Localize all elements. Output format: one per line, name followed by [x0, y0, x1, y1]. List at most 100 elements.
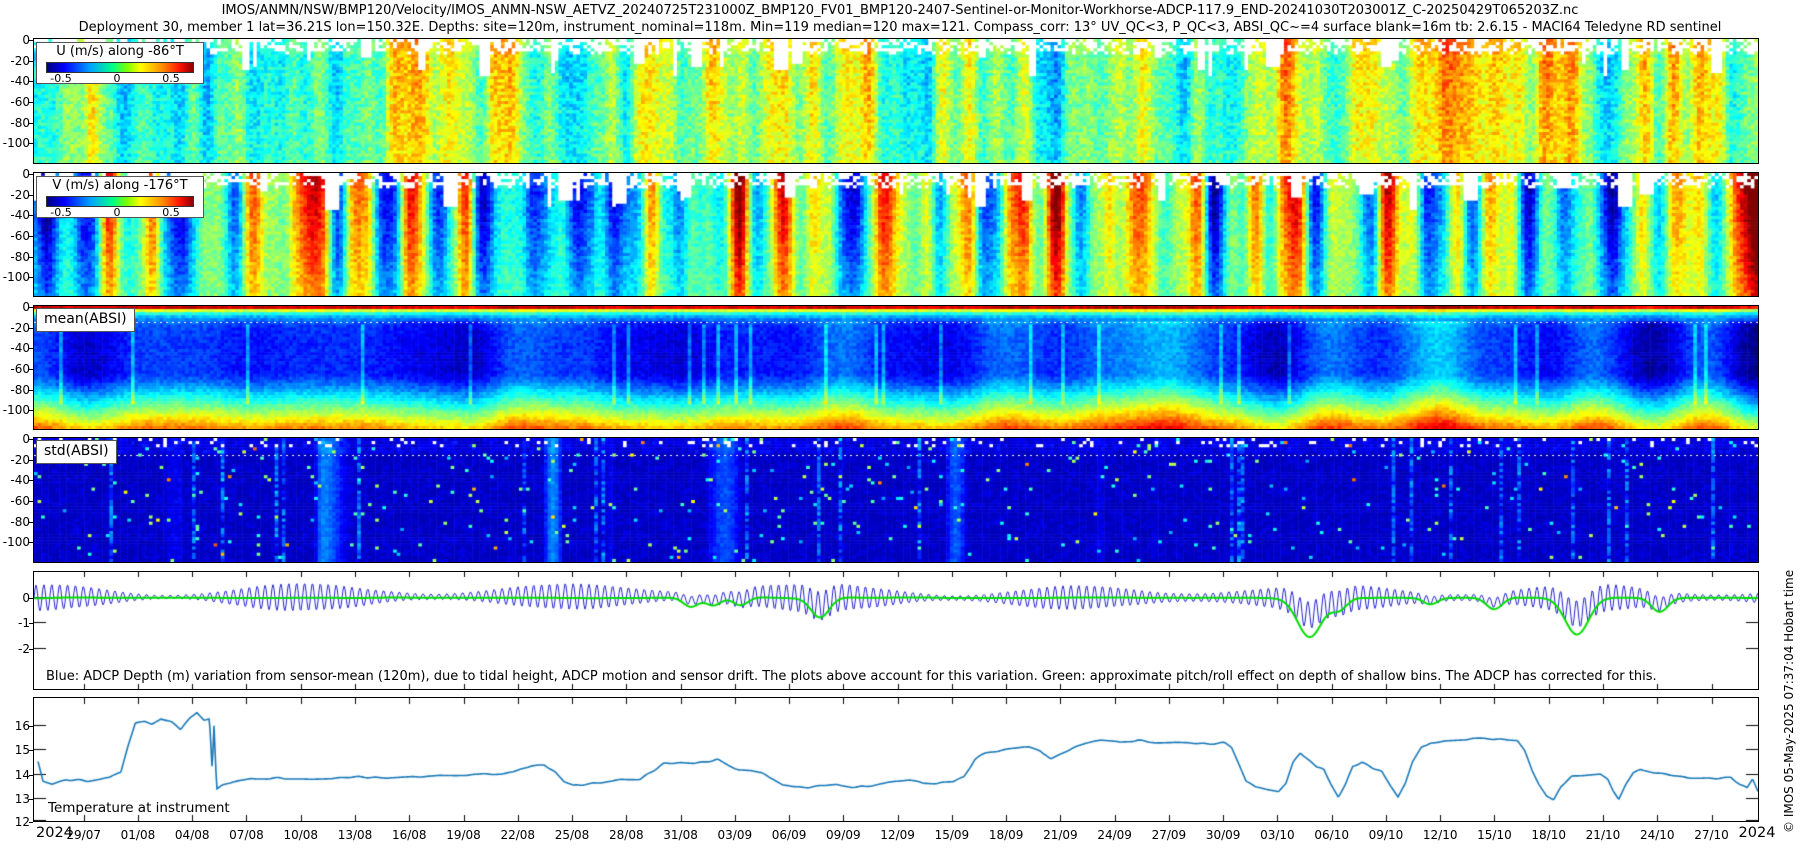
- x-tick-label: 15/09: [935, 828, 970, 842]
- y-tick-mark: [29, 822, 33, 823]
- y-tick-mark: [29, 410, 33, 411]
- std-absi-label: std(ABSI): [36, 440, 117, 464]
- temperature-plot: [34, 698, 1758, 821]
- y-tick-label: -100: [0, 403, 30, 417]
- y-tick-label: -60: [0, 494, 30, 508]
- y-tick-mark: [29, 123, 33, 124]
- legend-v-title: V (m/s) along -176°T: [37, 177, 203, 194]
- y-tick-label: -40: [0, 341, 30, 355]
- y-tick-label: -60: [0, 362, 30, 376]
- y-tick-mark: [29, 522, 33, 523]
- y-tick-mark: [29, 81, 33, 82]
- x-tick-label: 13/08: [338, 828, 373, 842]
- y-tick-mark: [29, 215, 33, 216]
- figure-title-line2: Deployment 30, member 1 lat=36.21S lon=1…: [0, 20, 1800, 35]
- x-tick-label: 10/08: [283, 828, 318, 842]
- x-tick-label: 25/08: [555, 828, 590, 842]
- panel-std-absi: std(ABSI) 0-20-40-60-80-100: [33, 437, 1759, 563]
- y-tick-mark: [29, 174, 33, 175]
- y-tick-mark: [29, 277, 33, 278]
- y-tick-label: -80: [0, 116, 30, 130]
- y-tick-label: -20: [0, 321, 30, 335]
- y-tick-mark: [29, 195, 33, 196]
- colorbar-u-tick: -0.5: [50, 72, 71, 85]
- legend-u-title: U (m/s) along -86°T: [37, 43, 203, 60]
- y-tick-label: 0: [0, 33, 30, 47]
- x-tick-label: 07/08: [229, 828, 264, 842]
- legend-v: V (m/s) along -176°T -0.5 0 0.5: [36, 176, 204, 218]
- temperature-label: Temperature at instrument: [48, 800, 230, 816]
- x-tick-label: 04/08: [175, 828, 210, 842]
- y-tick-mark: [29, 649, 33, 650]
- y-tick-label: -80: [0, 515, 30, 529]
- x-axis-year-right: 2024: [1739, 825, 1776, 841]
- y-tick-label: 14: [0, 768, 30, 782]
- panel-u-velocity: U (m/s) along -86°T -0.5 0 0.5 0-20-40-6…: [33, 38, 1759, 164]
- y-tick-mark: [29, 61, 33, 62]
- y-tick-label: -40: [0, 473, 30, 487]
- y-tick-mark: [29, 257, 33, 258]
- std-absi-heatmap: [34, 438, 1758, 562]
- y-tick-mark: [29, 799, 33, 800]
- y-tick-label: 0: [0, 167, 30, 181]
- x-axis: 2024 2024 29/0701/0804/0807/0810/0813/08…: [0, 825, 1800, 845]
- y-tick-label: -20: [0, 54, 30, 68]
- y-tick-label: -80: [0, 250, 30, 264]
- y-tick-label: 0: [0, 432, 30, 446]
- y-tick-mark: [29, 307, 33, 308]
- panel-temperature: Temperature at instrument 1615141312: [33, 697, 1759, 822]
- y-tick-mark: [29, 328, 33, 329]
- x-tick-label: 06/10: [1314, 828, 1349, 842]
- u-velocity-heatmap: [34, 39, 1758, 163]
- y-tick-mark: [29, 102, 33, 103]
- y-tick-label: -40: [0, 208, 30, 222]
- y-tick-label: -60: [0, 229, 30, 243]
- y-tick-mark: [29, 439, 33, 440]
- x-tick-label: 16/08: [392, 828, 427, 842]
- y-tick-mark: [29, 460, 33, 461]
- mean-absi-heatmap: [34, 306, 1758, 429]
- y-tick-mark: [29, 775, 33, 776]
- y-tick-label: -20: [0, 188, 30, 202]
- x-tick-label: 21/09: [1043, 828, 1078, 842]
- panel-v-velocity: V (m/s) along -176°T -0.5 0 0.5 0-20-40-…: [33, 172, 1759, 297]
- colorbar-v-tick: 0: [114, 206, 121, 219]
- colorbar-u-tick: 0: [114, 72, 121, 85]
- x-tick-label: 19/08: [446, 828, 481, 842]
- y-tick-label: 16: [0, 719, 30, 733]
- y-tick-label: -2: [0, 642, 30, 656]
- y-tick-mark: [29, 750, 33, 751]
- y-tick-label: -100: [0, 136, 30, 150]
- y-tick-label: 0: [0, 300, 30, 314]
- x-tick-label: 27/09: [1152, 828, 1187, 842]
- y-tick-mark: [29, 390, 33, 391]
- y-tick-mark: [29, 480, 33, 481]
- y-tick-mark: [29, 369, 33, 370]
- x-tick-label: 24/09: [1097, 828, 1132, 842]
- mean-absi-label: mean(ABSI): [36, 308, 135, 332]
- y-tick-mark: [29, 501, 33, 502]
- x-tick-label: 15/10: [1477, 828, 1512, 842]
- x-tick-label: 03/10: [1260, 828, 1295, 842]
- x-tick-label: 27/10: [1694, 828, 1729, 842]
- y-tick-label: 13: [0, 792, 30, 806]
- y-tick-label: 0: [0, 591, 30, 605]
- x-tick-label: 09/09: [826, 828, 861, 842]
- y-tick-label: -40: [0, 74, 30, 88]
- y-tick-mark: [29, 726, 33, 727]
- y-tick-label: -100: [0, 270, 30, 284]
- x-tick-label: 01/08: [121, 828, 156, 842]
- x-tick-label: 06/09: [772, 828, 807, 842]
- x-tick-label: 12/10: [1423, 828, 1458, 842]
- x-tick-label: 30/09: [1206, 828, 1241, 842]
- x-tick-label: 18/09: [989, 828, 1024, 842]
- x-tick-label: 21/10: [1586, 828, 1621, 842]
- copyright-timestamp: © IMOS 05-May-2025 07:37:04 Hobart time: [1782, 570, 1796, 833]
- colorbar-v-tick: 0.5: [162, 206, 180, 219]
- legend-u: U (m/s) along -86°T -0.5 0 0.5: [36, 42, 204, 84]
- v-velocity-heatmap: [34, 173, 1758, 296]
- x-tick-label: 22/08: [500, 828, 535, 842]
- y-tick-mark: [29, 598, 33, 599]
- colorbar-u-tick: 0.5: [162, 72, 180, 85]
- y-tick-mark: [29, 236, 33, 237]
